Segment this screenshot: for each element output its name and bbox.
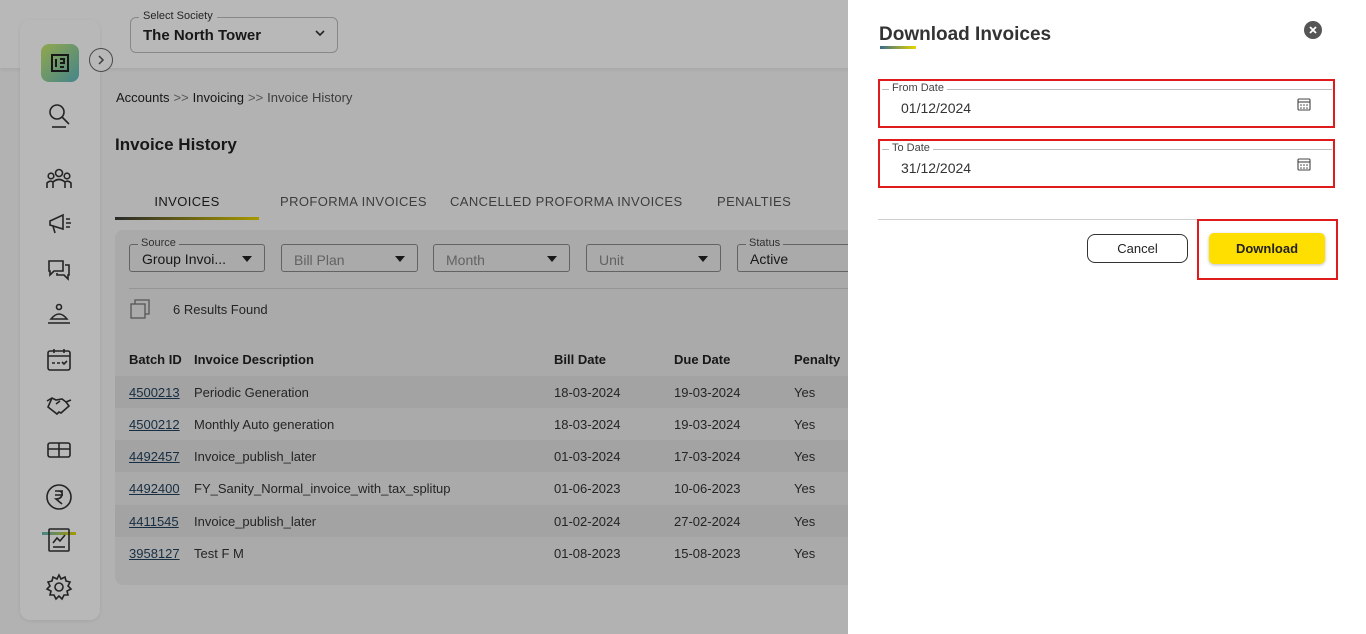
modal-overlay[interactable] [0, 0, 848, 634]
calendar-picker-icon[interactable] [1297, 97, 1311, 111]
from-date-label: From Date [889, 82, 947, 94]
field-outline [882, 89, 1332, 90]
dialog-title-accent [880, 46, 916, 49]
field-outline [882, 149, 1332, 150]
to-date-value: 31/12/2024 [901, 160, 972, 176]
from-date-value: 01/12/2024 [901, 100, 972, 116]
calendar-picker-icon[interactable] [1297, 157, 1311, 171]
download-invoices-drawer: Download Invoices From Date 01/12/2024 T… [848, 0, 1366, 634]
cancel-button[interactable]: Cancel [1087, 234, 1188, 263]
to-date-field[interactable]: To Date 31/12/2024 [878, 139, 1335, 188]
dialog-title: Download Invoices [879, 24, 1052, 45]
to-date-label: To Date [889, 142, 933, 154]
download-button[interactable]: Download [1209, 233, 1325, 264]
from-date-field[interactable]: From Date 01/12/2024 [878, 79, 1335, 128]
close-icon[interactable] [1304, 21, 1322, 39]
